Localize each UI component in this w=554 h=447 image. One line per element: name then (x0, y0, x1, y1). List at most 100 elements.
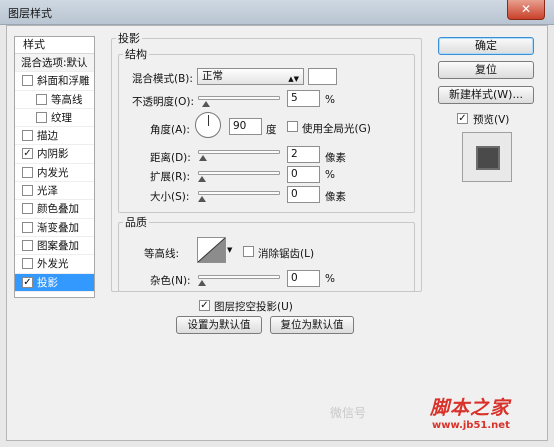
sidebar-item[interactable]: 混合选项:默认 (15, 54, 94, 73)
distance-input[interactable]: 2 (287, 146, 320, 163)
sidebar-item-checkbox[interactable] (22, 221, 33, 233)
preview-checkbox[interactable]: ✓ (457, 113, 468, 124)
sidebar-item[interactable]: 纹理 (15, 109, 94, 128)
watermark-site-url: www.jb51.net (432, 420, 510, 431)
sidebar-item-label: 内发光 (37, 166, 69, 179)
noise-label: 杂色(N): (150, 275, 191, 287)
spread-label: 扩展(R): (150, 171, 191, 183)
sidebar-item[interactable]: 斜面和浮雕 (15, 72, 94, 91)
opacity-label: 不透明度(O): (132, 96, 194, 108)
noise-input[interactable]: 0 (287, 270, 320, 287)
distance-label: 距离(D): (150, 152, 191, 164)
title-bar: 图层样式 ✕ (0, 0, 554, 25)
sidebar-item-checkbox[interactable] (22, 203, 33, 215)
quality-title: 品质 (125, 216, 147, 229)
spread-slider-thumb[interactable] (198, 176, 206, 182)
knockout-label: 图层挖空投影(U) (214, 301, 293, 313)
size-slider-thumb[interactable] (198, 196, 206, 202)
noise-unit: % (325, 273, 335, 285)
sidebar-item-checkbox[interactable] (22, 185, 33, 197)
new-style-button[interactable]: 新建样式(W)... (438, 86, 534, 104)
sidebar-item-checkbox[interactable] (36, 111, 47, 123)
reset-button[interactable]: 复位 (438, 61, 534, 79)
sidebar-item-label: 斜面和浮雕 (37, 75, 90, 88)
size-slider[interactable] (198, 191, 280, 202)
spread-unit: % (325, 169, 335, 181)
sidebar-item[interactable]: ✓ 投影 (15, 273, 94, 292)
sidebar-item[interactable]: 颜色叠加 (15, 200, 94, 219)
sidebar-list: 混合选项:默认斜面和浮雕等高线纹理描边 ✓ 内阴影内发光光泽颜色叠加渐变叠加图案叠加… (15, 54, 94, 292)
size-label: 大小(S): (150, 191, 190, 203)
blend-mode-select[interactable]: 正常 ▲▼ (197, 68, 304, 85)
noise-slider-thumb[interactable] (198, 280, 206, 286)
sidebar-item-checkbox[interactable] (22, 75, 33, 87)
distance-slider-thumb[interactable] (198, 155, 207, 161)
sidebar-item-label: 图案叠加 (37, 239, 79, 252)
angle-input[interactable]: 90 (229, 118, 262, 135)
watermark-site-name: 脚本之家 (430, 397, 511, 419)
contour-preview[interactable] (197, 237, 226, 263)
sidebar-item-checkbox[interactable]: ✓ (22, 148, 33, 160)
opacity-input[interactable]: 5 (287, 90, 320, 107)
reset-default-button[interactable]: 复位为默认值 (270, 316, 354, 334)
opacity-slider-thumb[interactable] (201, 101, 210, 107)
sidebar-item[interactable]: 外发光 (15, 255, 94, 274)
sidebar-item[interactable]: 图案叠加 (15, 237, 94, 256)
opacity-slider[interactable] (198, 96, 280, 107)
ok-button[interactable]: 确定 (438, 37, 534, 55)
watermark-wechat: 微信号 (330, 406, 367, 420)
sidebar-header[interactable]: 样式 (15, 37, 94, 54)
blend-mode-value: 正常 (202, 70, 223, 82)
sidebar-item-label: 内阴影 (37, 148, 69, 161)
spread-input[interactable]: 0 (287, 166, 320, 183)
sidebar-item[interactable]: 光泽 (15, 182, 94, 201)
sidebar-item-checkbox[interactable] (22, 130, 33, 142)
noise-slider[interactable] (198, 275, 280, 286)
blend-mode-label: 混合模式(B): (132, 73, 193, 85)
sidebar-item-checkbox[interactable] (22, 239, 33, 251)
contour-dropdown-icon[interactable]: ▼ (227, 246, 232, 254)
sidebar-item-checkbox[interactable] (22, 166, 33, 178)
distance-slider[interactable] (198, 150, 280, 161)
global-light-checkbox[interactable] (287, 121, 298, 132)
sidebar-item-label: 光泽 (37, 185, 58, 198)
opacity-unit: % (325, 94, 335, 106)
shadow-color-swatch[interactable] (308, 68, 337, 85)
sidebar-item-label: 纹理 (51, 111, 72, 124)
contour-curve-icon (198, 238, 225, 262)
antialias-label: 消除锯齿(L) (258, 248, 315, 260)
sidebar-item-checkbox[interactable] (22, 258, 33, 270)
window-title: 图层样式 (8, 7, 52, 20)
structure-title: 结构 (125, 48, 147, 61)
sidebar-item-label: 外发光 (37, 258, 69, 271)
sidebar-item[interactable]: ✓ 内阴影 (15, 145, 94, 164)
preview-label: 预览(V) (473, 114, 510, 126)
sidebar-item-checkbox[interactable] (36, 93, 47, 105)
antialias-checkbox[interactable] (243, 246, 254, 257)
angle-dial[interactable] (195, 112, 221, 138)
styles-sidebar: 样式 混合选项:默认斜面和浮雕等高线纹理描边 ✓ 内阴影内发光光泽颜色叠加渐变叠加图… (14, 36, 95, 298)
size-input[interactable]: 0 (287, 186, 320, 203)
sidebar-item-label: 投影 (37, 276, 58, 289)
size-unit: 像素 (325, 191, 346, 203)
sidebar-item-label: 渐变叠加 (37, 221, 79, 234)
sidebar-item[interactable]: 渐变叠加 (15, 219, 94, 237)
chevron-icon: ▲▼ (288, 75, 299, 83)
sidebar-item[interactable]: 内发光 (15, 164, 94, 183)
close-icon[interactable]: ✕ (507, 0, 545, 20)
sidebar-item[interactable]: 描边 (15, 127, 94, 146)
knockout-checkbox[interactable]: ✓ (199, 300, 210, 311)
preview-swatch (476, 146, 500, 170)
sidebar-item[interactable]: 等高线 (15, 91, 94, 109)
angle-label: 角度(A): (150, 124, 190, 136)
style-preview (462, 132, 512, 182)
contour-label: 等高线: (144, 248, 180, 260)
angle-unit: 度 (266, 124, 277, 136)
drop-shadow-title: 投影 (118, 32, 140, 45)
spread-slider[interactable] (198, 171, 280, 182)
sidebar-item-checkbox[interactable]: ✓ (22, 276, 33, 288)
set-default-button[interactable]: 设置为默认值 (176, 316, 262, 334)
sidebar-item-label: 颜色叠加 (37, 203, 79, 216)
sidebar-item-label: 等高线 (51, 93, 83, 106)
sidebar-item-label: 混合选项:默认 (21, 57, 88, 69)
